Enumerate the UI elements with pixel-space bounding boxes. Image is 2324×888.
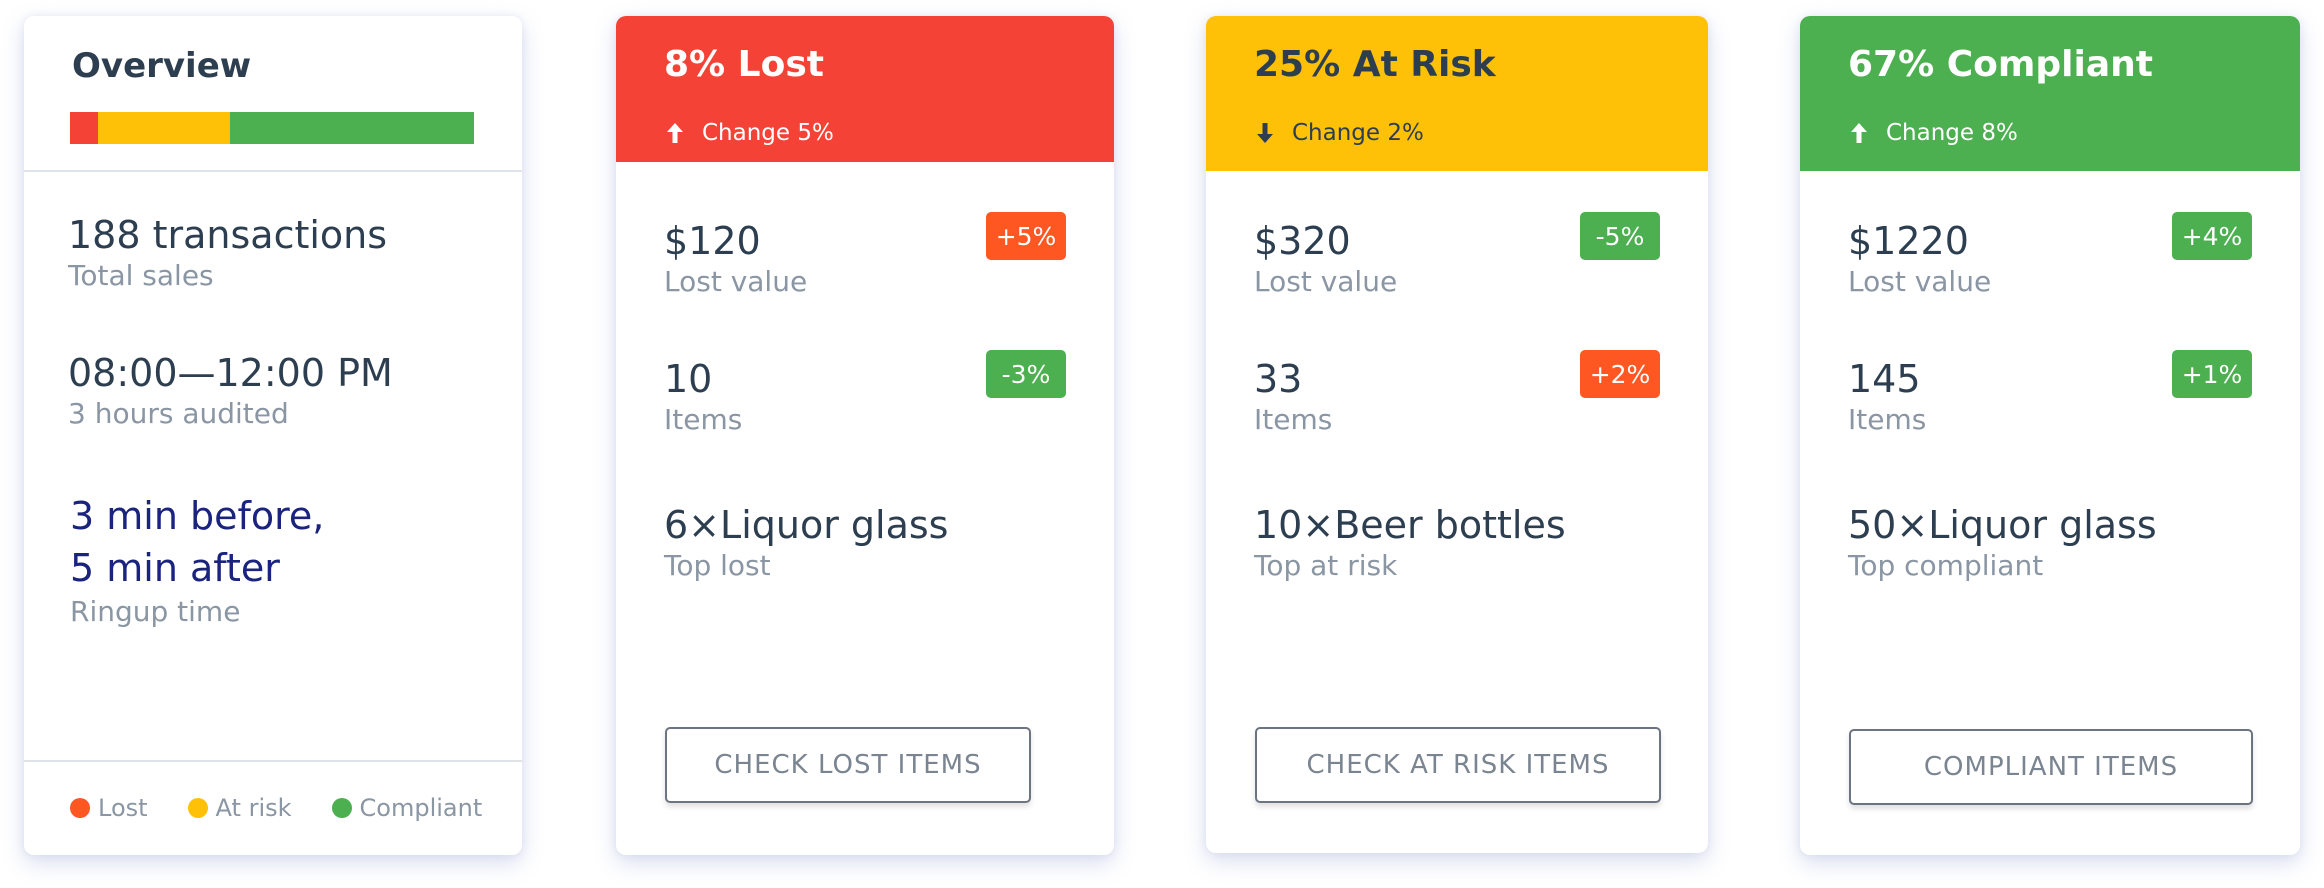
metric-label: Lost value (664, 265, 808, 298)
card-header: 67% Compliant Change 8% (1800, 16, 2300, 171)
metric-row-items: 10 Items -3% (664, 350, 1066, 438)
bar-segment-compliant (229, 112, 474, 144)
stat-total-sales: 188 transactions Total sales (68, 212, 387, 294)
change-badge: +5% (986, 212, 1066, 260)
card-header: 8% Lost Change 5% (616, 16, 1114, 162)
divider (24, 170, 522, 172)
metric-row-lost-value: $1220 Lost value +4% (1848, 212, 2252, 300)
stat-value: 08:00—12:00 PM (68, 351, 393, 395)
metric-label: Items (664, 403, 743, 436)
check-lost-items-button[interactable]: CHECK LOST ITEMS (665, 727, 1031, 803)
legend-label: Compliant (359, 794, 483, 822)
stat-value: 188 transactions (68, 213, 388, 257)
change-indicator: Change 8% (1848, 120, 2018, 146)
stat-hours-audited: 08:00—12:00 PM 3 hours audited (68, 350, 393, 432)
compliant-items-button[interactable]: COMPLIANT ITEMS (1849, 729, 2253, 805)
metric-row-top-item: 10×Beer bottles Top at risk (1254, 502, 1660, 584)
change-badge: +2% (1580, 350, 1660, 398)
card-header: 25% At Risk Change 2% (1206, 16, 1708, 171)
metric-row-lost-value: $320 Lost value -5% (1254, 212, 1660, 300)
metric-value: 6×Liquor glass (664, 503, 949, 547)
change-text: Change 5% (702, 120, 834, 146)
arrow-down-icon (1257, 123, 1273, 143)
stat-value-line2: 5 min after (70, 546, 280, 590)
arrow-up-icon (667, 123, 683, 143)
card-title: 25% At Risk (1254, 44, 1496, 85)
metric-row-lost-value: $120 Lost value +5% (664, 212, 1066, 300)
metric-value: 50×Liquor glass (1848, 503, 2157, 547)
card-title: 8% Lost (664, 44, 824, 85)
lost-card: 8% Lost Change 5% $120 Lost value +5% 10… (616, 16, 1114, 855)
card-title: 67% Compliant (1848, 44, 2153, 85)
change-badge: -5% (1580, 212, 1660, 260)
metric-value: 10×Beer bottles (1254, 503, 1566, 547)
metric-row-top-item: 50×Liquor glass Top compliant (1848, 502, 2252, 584)
change-indicator: Change 5% (664, 120, 834, 146)
change-badge: +1% (2172, 350, 2252, 398)
overview-title: Overview (72, 46, 252, 86)
metric-label: Items (1254, 403, 1333, 436)
stat-ringup-time: 3 min before, 5 min after Ringup time (70, 490, 324, 630)
metric-label: Top lost (664, 549, 771, 582)
arrow-up-icon (1851, 123, 1867, 143)
legend-label: Lost (98, 794, 148, 822)
metric-label: Lost value (1254, 265, 1398, 298)
change-text: Change 2% (1292, 120, 1424, 146)
legend-label: At risk (215, 794, 292, 822)
compliance-distribution-bar (70, 112, 474, 144)
stat-label: 3 hours audited (68, 397, 289, 430)
bar-segment-at-risk (98, 112, 230, 144)
metric-row-top-item: 6×Liquor glass Top lost (664, 502, 1066, 584)
change-indicator: Change 2% (1254, 120, 1424, 146)
metric-row-items: 145 Items +1% (1848, 350, 2252, 438)
change-badge: +4% (2172, 212, 2252, 260)
change-badge: -3% (986, 350, 1066, 398)
bar-segment-lost (70, 112, 99, 144)
stat-label: Ringup time (70, 595, 241, 628)
change-text: Change 8% (1886, 120, 2018, 146)
divider (24, 760, 522, 762)
legend-item-lost: Lost (70, 794, 148, 822)
metric-label: Lost value (1848, 265, 1992, 298)
legend: Lost At risk Compliant (70, 794, 482, 822)
legend-dot-icon (331, 798, 352, 818)
legend-item-compliant: Compliant (331, 794, 483, 822)
overview-card: Overview 188 transactions Total sales 08… (24, 16, 522, 855)
compliant-card: 67% Compliant Change 8% $1220 Lost value… (1800, 16, 2300, 855)
stat-value-line1: 3 min before, (70, 494, 325, 538)
metric-label: Items (1848, 403, 1927, 436)
metric-label: Top at risk (1254, 549, 1398, 582)
legend-dot-icon (187, 798, 208, 818)
metric-label: Top compliant (1848, 549, 2044, 582)
legend-item-at-risk: At risk (187, 794, 292, 822)
stat-label: Total sales (68, 259, 214, 292)
metric-row-items: 33 Items +2% (1254, 350, 1660, 438)
check-at-risk-items-button[interactable]: CHECK AT RISK ITEMS (1255, 727, 1661, 803)
at-risk-card: 25% At Risk Change 2% $320 Lost value -5… (1206, 16, 1708, 853)
legend-dot-icon (70, 798, 90, 818)
